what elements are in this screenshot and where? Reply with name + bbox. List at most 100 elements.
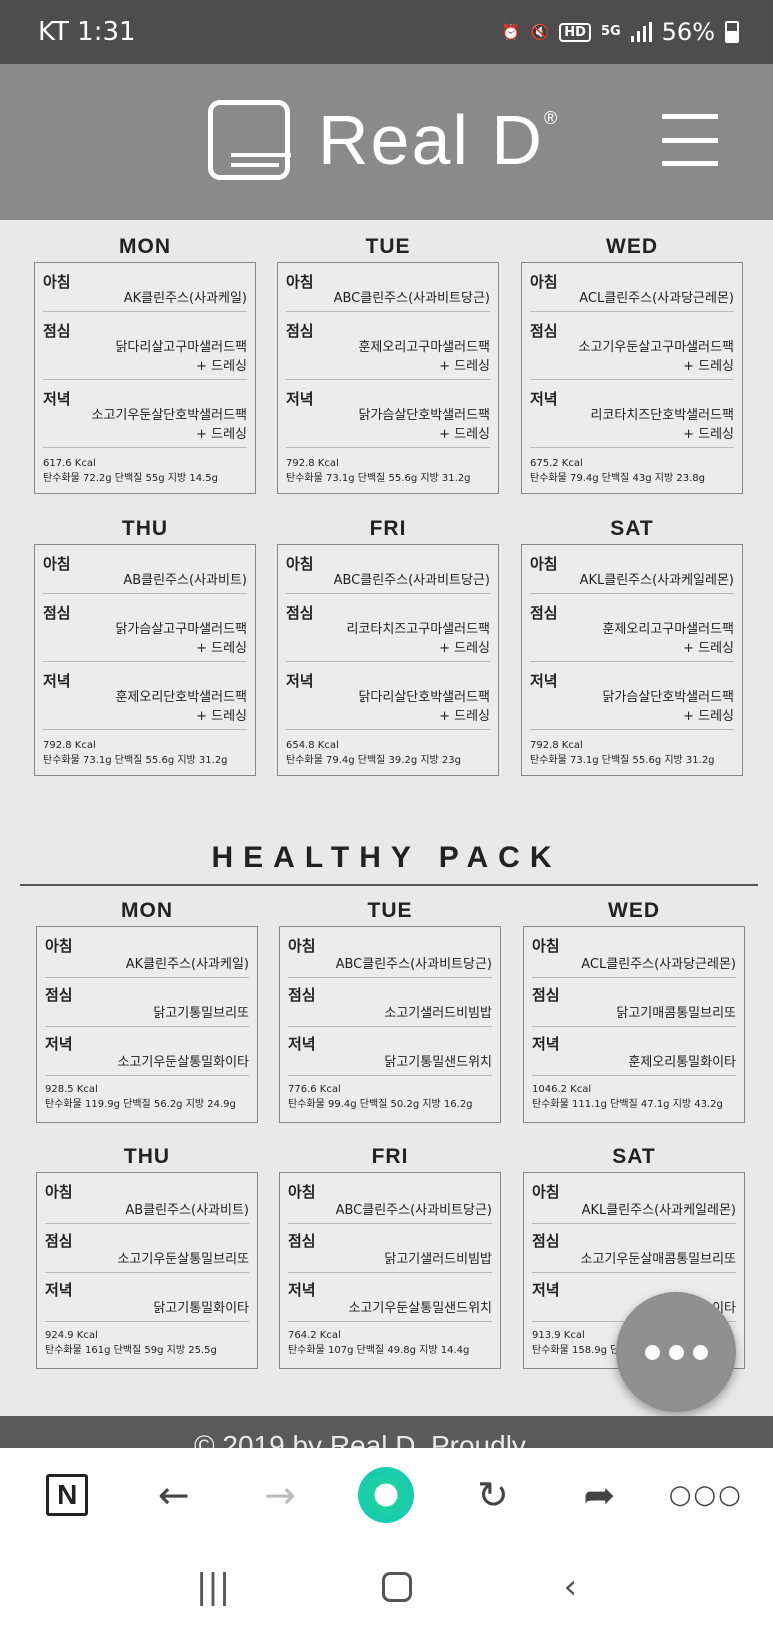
- dinner-item: 닭가슴살단호박샐러드팩: [602, 690, 734, 705]
- breakfast-row: 아침 AK클린주스(사과케일): [43, 271, 247, 312]
- lunch-extra: + 드레싱: [683, 359, 734, 374]
- dinner-row: 저녁 닭다리살단호박샐러드팩 + 드레싱: [286, 670, 490, 730]
- macros-text: 탄수화물 73.1g 단백질 55.6g 지방 31.2g: [286, 473, 471, 484]
- healthy-pack-title: HEALTHY PACK: [211, 841, 562, 874]
- breakfast-item: AKL클린주스(사과케일레몬): [581, 1203, 736, 1218]
- meal-card: 아침 AB클린주스(사과비트) 점심 닭가슴살고구마샐러드팩 + 드레싱 저녁 훈제오리…: [34, 544, 256, 776]
- brand-logo[interactable]: Real D®: [208, 100, 559, 180]
- plan-day-mon: MON 아침 AK클린주스(사과케일) 점심 닭다리살고구마샐러드팩 + 드레싱 저녁…: [34, 232, 256, 494]
- breakfast-item: ABC클린주스(사과비트당근): [333, 573, 490, 588]
- green-circle-icon: [358, 1467, 415, 1523]
- alarm-icon: ⏰: [501, 23, 521, 41]
- healthy-day-thu: THU 아침 AB클린주스(사과비트) 점심 소고기우둔살통밀브리또 저녁 닭고기통밀…: [36, 1142, 258, 1369]
- meal-card: 아침 AKL클린주스(사과케일레몬) 점심 훈제오리고구마샐러드팩 + 드레싱 저녁 닭…: [521, 544, 743, 776]
- macros-text: 탄수화물 79.4g 단백질 43g 지방 23.8g: [530, 473, 705, 484]
- day-title: THU: [121, 517, 169, 540]
- meal-card: 아침 ABC클린주스(사과비트당근) 점심 리코타치즈고구마샐러드팩 + 드레싱 저녁…: [277, 544, 499, 776]
- lunch-label: 점심: [532, 1232, 560, 1250]
- lunch-row: 점심 소고기샐러드비빔밥: [288, 984, 492, 1027]
- lunch-label: 점심: [45, 986, 73, 1004]
- back-arrow-icon[interactable]: ←: [146, 1467, 202, 1523]
- dinner-label: 저녁: [45, 1281, 73, 1299]
- kcal-text: 654.8 Kcal: [286, 740, 339, 751]
- lunch-item: 소고기샐러드비빔밥: [384, 1006, 492, 1021]
- kcal-text: 792.8 Kcal: [530, 740, 583, 751]
- lunch-row: 점심 닭가슴살고구마샐러드팩 + 드레싱: [43, 602, 247, 662]
- dinner-extra: + 드레싱: [196, 427, 247, 442]
- lunch-item: 닭다리살고구마샐러드팩: [115, 340, 247, 355]
- recent-apps-icon[interactable]: |||: [196, 1567, 230, 1607]
- dinner-row: 저녁 소고기우둔살단호박샐러드팩 + 드레싱: [43, 388, 247, 448]
- breakfast-row: 아침 ABC클린주스(사과비트당근): [286, 553, 490, 594]
- lunch-label: 점심: [288, 1232, 316, 1250]
- breakfast-label: 아침: [532, 937, 560, 955]
- more-dots-icon[interactable]: ○○○: [669, 1467, 741, 1523]
- breakfast-row: 아침 ACL클린주스(사과당근레몬): [530, 271, 734, 312]
- signal-icon: [630, 22, 652, 42]
- menu-icon[interactable]: [662, 114, 718, 166]
- footer-text: © 2019 by Real D. Proudly: [194, 1430, 526, 1448]
- healthy-day-mon: MON 아침 AK클린주스(사과케일) 점심 닭고기통밀브리또 저녁 소고기우둔살통밀…: [36, 896, 258, 1123]
- naver-home-button[interactable]: N: [39, 1467, 95, 1523]
- macros-text: 탄수화물 119.9g 단백질 56.2g 지방 24.9g: [45, 1099, 236, 1110]
- breakfast-item: AKL클린주스(사과케일레몬): [579, 573, 734, 588]
- browser-toolbar: N ← → ↻ ➦ ○○○: [0, 1448, 773, 1542]
- dinner-row: 저녁소고기우둔살통밀화이타: [45, 1033, 249, 1076]
- breakfast-row: 아침 ACL클린주스(사과당근레몬): [532, 935, 736, 978]
- status-bar: KT 1:31 ⏰ 🔇 HD 5G 56%: [0, 0, 773, 64]
- back-icon[interactable]: ‹: [564, 1567, 578, 1607]
- breakfast-row: 아침 AKL클린주스(사과케일레몬): [532, 1181, 736, 1224]
- brand-name: Real D: [318, 101, 544, 179]
- lunch-item: 훈제오리고구마샐러드팩: [602, 622, 734, 637]
- dinner-item: 리코타치즈단호박샐러드팩: [590, 408, 734, 423]
- breakfast-row: 아침 ABC클린주스(사과비트당근): [286, 271, 490, 312]
- home-icon[interactable]: [381, 1572, 412, 1602]
- site-header: Real D®: [0, 64, 773, 220]
- kcal-text: 675.2 Kcal: [530, 458, 583, 469]
- day-title: WED: [606, 235, 658, 258]
- refresh-icon[interactable]: ↻: [465, 1467, 521, 1523]
- dinner-item: 소고기우둔살통밀화이타: [117, 1055, 249, 1070]
- breakfast-item: ABC클린주스(사과비트당근): [335, 1203, 492, 1218]
- lunch-extra: + 드레싱: [439, 359, 490, 374]
- healthy-day-tue: TUE 아침 ABC클린주스(사과비트당근) 점심 소고기샐러드비빔밥 저녁 닭고기통…: [279, 896, 501, 1123]
- meal-card: 아침 ABC클린주스(사과비트당근) 점심 소고기샐러드비빔밥 저녁 닭고기통밀샌드위…: [279, 926, 501, 1123]
- dinner-item: 훈제오리단호박샐러드팩: [115, 690, 247, 705]
- naver-n-icon: N: [46, 1474, 89, 1516]
- macros-text: 탄수화물 73.1g 단백질 55.6g 지방 31.2g: [530, 755, 715, 766]
- battery-icon: [725, 21, 739, 43]
- lunch-item: 닭고기샐러드비빔밥: [384, 1252, 492, 1267]
- dinner-item: 닭다리살단호박샐러드팩: [358, 690, 490, 705]
- share-icon[interactable]: ➦: [571, 1467, 627, 1523]
- meal-card: 아침 AB클린주스(사과비트) 점심 소고기우둔살통밀브리또 저녁 닭고기통밀화이타 …: [36, 1172, 258, 1369]
- mute-icon: 🔇: [530, 23, 550, 41]
- dinner-extra: + 드레싱: [683, 709, 734, 724]
- day-title: FRI: [371, 1145, 409, 1168]
- lunch-item: 소고기우둔살통밀브리또: [117, 1252, 249, 1267]
- dinner-item: 훈제오리통밀화이타: [628, 1055, 736, 1070]
- status-icons: ⏰ 🔇 HD 5G 56%: [502, 18, 739, 46]
- more-actions-button[interactable]: [616, 1292, 736, 1412]
- dinner-item: 닭가슴살단호박샐러드팩: [358, 408, 490, 423]
- macros-text: 탄수화물 79.4g 단백질 39.2g 지방 23g: [286, 755, 461, 766]
- day-title: MON: [119, 235, 171, 258]
- meal-card: 아침 ACL클린주스(사과당근레몬) 점심 소고기우둔살고구마샐러드팩 + 드레싱 저…: [521, 262, 743, 494]
- forward-arrow-icon[interactable]: →: [252, 1467, 308, 1523]
- breakfast-row: 아침 ABC클린주스(사과비트당근): [288, 1181, 492, 1224]
- breakfast-label: 아침: [532, 1183, 560, 1201]
- dinner-label: 저녁: [45, 1035, 73, 1053]
- dinner-row: 저녁 닭가슴살단호박샐러드팩 + 드레싱: [530, 670, 734, 730]
- meal-card: 아침 ACL클린주스(사과당근레몬) 점심 닭고기매콤통밀브리또 저녁 훈제오리통밀화…: [523, 926, 745, 1123]
- lunch-row: 점심 소고기우둔살고구마샐러드팩 + 드레싱: [530, 320, 734, 380]
- macros-text: 탄수화물 161g 단백질 59g 지방 25.5g: [45, 1345, 217, 1356]
- lunch-row: 점심 닭고기통밀브리또: [45, 984, 249, 1027]
- breakfast-item: ACL클린주스(사과당근레몬): [579, 291, 734, 306]
- day-title: SAT: [610, 517, 654, 540]
- dinner-row: 저녁 리코타치즈단호박샐러드팩 + 드레싱: [530, 388, 734, 448]
- site-footer: © 2019 by Real D. Proudly: [0, 1416, 773, 1448]
- green-dot-button[interactable]: [358, 1467, 415, 1523]
- breakfast-item: ABC클린주스(사과비트당근): [333, 291, 490, 306]
- logo-mark-icon: [208, 100, 291, 180]
- breakfast-row: 아침 AKL클린주스(사과케일레몬): [530, 553, 734, 594]
- dinner-item: 닭고기통밀화이타: [153, 1301, 249, 1316]
